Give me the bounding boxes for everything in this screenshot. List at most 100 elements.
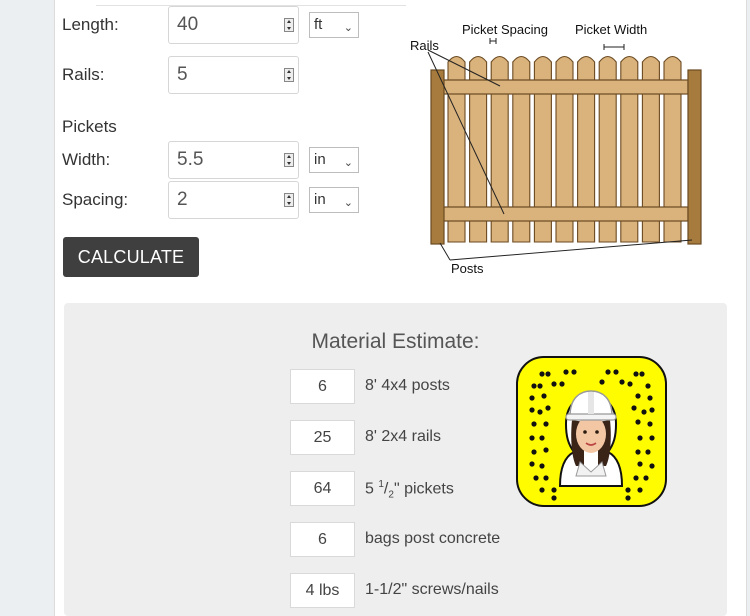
spacing-input[interactable]: 2 bbox=[168, 181, 299, 219]
length-unit-value: ft bbox=[314, 16, 323, 33]
spacing-unit-select[interactable]: in ⌄ bbox=[309, 187, 359, 213]
screws-qty: 4 lbs bbox=[290, 573, 355, 608]
chevron-down-icon: ⌄ bbox=[343, 157, 353, 169]
snapcode-dot bbox=[649, 407, 655, 413]
snapcode-dot bbox=[533, 475, 539, 481]
snapcode-dot bbox=[645, 449, 651, 455]
snapcode-dot bbox=[631, 405, 637, 411]
snapcode-dot bbox=[545, 371, 551, 377]
snapcode-dot bbox=[637, 487, 643, 493]
snapcode-dot bbox=[647, 421, 653, 427]
rails-input[interactable]: 5 bbox=[168, 56, 299, 94]
snapcode-dot bbox=[633, 475, 639, 481]
snapcode-dot bbox=[647, 395, 653, 401]
snapcode-dot bbox=[531, 383, 537, 389]
snapcode-dot bbox=[539, 463, 545, 469]
width-value: 5.5 bbox=[177, 149, 204, 170]
snapcode-dot bbox=[605, 369, 611, 375]
bottom-rail bbox=[439, 206, 689, 222]
snapcode-dot bbox=[537, 383, 543, 389]
rails-value: 5 bbox=[177, 64, 188, 85]
snapcode-dot bbox=[625, 487, 631, 493]
snapcode-dot bbox=[645, 383, 651, 389]
concrete-qty: 6 bbox=[290, 522, 355, 557]
spacing-value: 2 bbox=[177, 189, 188, 210]
concrete-desc: bags post concrete bbox=[365, 530, 501, 547]
picket-spacing-label: Picket Spacing bbox=[462, 22, 548, 37]
chevron-down-icon: ⌄ bbox=[343, 197, 353, 209]
snapcode-dot bbox=[637, 435, 643, 441]
snapcode-dot bbox=[529, 435, 535, 441]
snapcode-dot bbox=[551, 495, 557, 501]
rails-desc: 8' 2x4 rails bbox=[365, 428, 441, 445]
rails-qty: 25 bbox=[290, 420, 355, 455]
length-value: 40 bbox=[177, 14, 199, 35]
pickets-desc: 5 1/2" pickets bbox=[365, 479, 454, 501]
length-spinner[interactable] bbox=[284, 18, 294, 32]
screws-desc: 1-1/2" screws/nails bbox=[365, 581, 499, 598]
snapcode-dot bbox=[641, 409, 647, 415]
snapcode-dot bbox=[545, 405, 551, 411]
snapcode-dot bbox=[625, 495, 631, 501]
posts-qty: 6 bbox=[290, 369, 355, 404]
left-post bbox=[430, 69, 445, 245]
snapcode-dot bbox=[563, 369, 569, 375]
posts-desc: 8' 4x4 posts bbox=[365, 377, 450, 394]
width-unit-select[interactable]: in ⌄ bbox=[309, 147, 359, 173]
snapcode-dot bbox=[627, 381, 633, 387]
pickets-suffix: " pickets bbox=[393, 480, 454, 498]
spacing-spinner[interactable] bbox=[284, 193, 294, 207]
snapcode-dot bbox=[649, 463, 655, 469]
snapcode-dot bbox=[543, 475, 549, 481]
length-input[interactable]: 40 bbox=[168, 6, 299, 44]
snapcode-dot bbox=[571, 369, 577, 375]
pickets-heading: Pickets bbox=[62, 117, 117, 136]
width-spinner[interactable] bbox=[284, 153, 294, 167]
snapcode-dot bbox=[649, 435, 655, 441]
top-rail bbox=[439, 79, 689, 95]
length-unit-select[interactable]: ft ⌄ bbox=[309, 12, 359, 38]
snapcode-dot bbox=[539, 371, 545, 377]
snapcode-dot bbox=[599, 379, 605, 385]
spacing-label: Spacing: bbox=[62, 190, 129, 209]
snapcode-dot bbox=[529, 395, 535, 401]
spacing-unit-value: in bbox=[314, 191, 326, 208]
snapcode-dot bbox=[635, 419, 641, 425]
rails-label: Rails: bbox=[62, 65, 105, 84]
snapcode-dot bbox=[639, 371, 645, 377]
snapcode-bitmoji-hardhat-icon bbox=[516, 356, 667, 507]
chevron-down-icon: ⌄ bbox=[343, 22, 353, 34]
snapcode-dot bbox=[619, 379, 625, 385]
width-label: Width: bbox=[62, 150, 111, 169]
snapcode-dot bbox=[543, 447, 549, 453]
rails-diagram-label: Rails bbox=[410, 38, 439, 53]
snapcode-dot bbox=[643, 475, 649, 481]
snapcode-dot bbox=[551, 381, 557, 387]
pickets-numerator: 1 bbox=[378, 479, 384, 490]
snapcode-dot bbox=[531, 421, 537, 427]
picket-width-label: Picket Width bbox=[575, 22, 647, 37]
right-post bbox=[687, 69, 702, 245]
fence-diagram: Picket Spacing Picket Width Rails Posts bbox=[410, 22, 702, 276]
snapcode-dot bbox=[635, 449, 641, 455]
snapcode-dot bbox=[543, 421, 549, 427]
posts-diagram-label: Posts bbox=[451, 261, 484, 276]
rails-spinner[interactable] bbox=[284, 68, 294, 82]
calculate-button[interactable]: CALCULATE bbox=[63, 237, 199, 277]
snapcode-dot bbox=[633, 371, 639, 377]
snapcode-dot bbox=[529, 461, 535, 467]
snapcode-dot bbox=[551, 487, 557, 493]
length-label: Length: bbox=[62, 15, 119, 34]
snapcode-dot bbox=[531, 449, 537, 455]
snapcode-dot bbox=[529, 407, 535, 413]
width-input[interactable]: 5.5 bbox=[168, 141, 299, 179]
snapcode-dot bbox=[559, 381, 565, 387]
snapcode-dot bbox=[539, 435, 545, 441]
snapcode-dot bbox=[613, 369, 619, 375]
snapcode-dot bbox=[539, 487, 545, 493]
snapcode-dot bbox=[637, 461, 643, 467]
pickets-qty: 64 bbox=[290, 471, 355, 506]
material-estimate-title: Material Estimate: bbox=[311, 330, 480, 353]
width-unit-value: in bbox=[314, 151, 326, 168]
snapcode-dot bbox=[541, 393, 547, 399]
